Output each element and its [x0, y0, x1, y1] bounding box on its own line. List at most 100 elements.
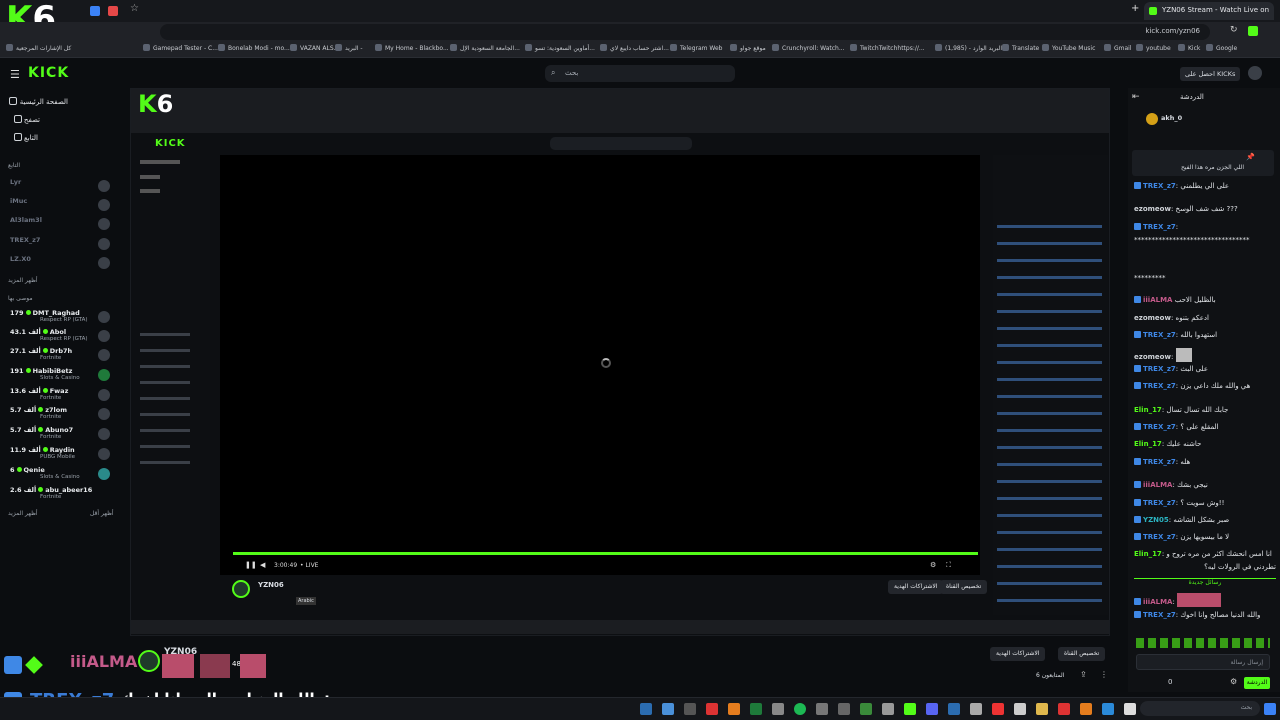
sidebar-channel[interactable]: LZ.X0 [4, 255, 114, 273]
collapse-chat-icon[interactable]: ⇤ [1132, 92, 1140, 102]
pause-icon[interactable]: ❚❚ [245, 561, 257, 569]
taskbar-app-icon[interactable] [860, 703, 872, 715]
taskbar-app-icon[interactable] [948, 703, 960, 715]
taskbar-app-icon[interactable] [882, 703, 894, 715]
sidebar-channel[interactable]: 191 HabibiBetz Slots & Casino [4, 367, 114, 385]
bookmark[interactable]: Crunchyroll: Watch... [772, 44, 845, 52]
chat-user[interactable]: iiiALMA [1143, 296, 1172, 304]
sidebar-channel[interactable]: Al3lam3l [4, 216, 114, 234]
bookmark[interactable]: Telegram Web [670, 44, 722, 52]
volume-icon[interactable]: ◀ [260, 561, 265, 569]
taskbar-app-icon[interactable] [772, 703, 784, 715]
emote-bar[interactable] [1136, 638, 1270, 648]
fullscreen-icon[interactable]: ⛶ [946, 561, 951, 570]
discord-icon[interactable] [926, 703, 938, 715]
sidebar-channel[interactable]: 27.1 ألف Drb7h Fortnite [4, 347, 114, 365]
bookmark[interactable]: Google [1206, 44, 1237, 52]
chat-user[interactable]: TREX_z7 [1143, 458, 1176, 466]
sidebar-item-following[interactable]: التابع [8, 133, 38, 142]
taskbar-app-icon[interactable] [684, 703, 696, 715]
windows-start-icon[interactable] [1264, 703, 1276, 715]
kick-logo[interactable]: KICK [28, 65, 69, 81]
show-less-link[interactable]: أظهر أقل [90, 510, 114, 517]
bookmark[interactable]: اشتر حساب دايبع لاي... [600, 44, 669, 52]
sidebar-channel[interactable]: 2.6 ألف abu_abeer16 Fortnite [4, 486, 114, 504]
taskbar-app-icon[interactable] [1058, 703, 1070, 715]
refresh-icon[interactable]: ↻ [1230, 25, 1238, 35]
spotify-icon[interactable] [794, 703, 806, 715]
bookmark[interactable]: Bonelab Modi - mo... [218, 44, 290, 52]
taskbar-app-icon[interactable] [1014, 703, 1026, 715]
tab-icon[interactable] [90, 6, 100, 16]
extension-icon[interactable] [1248, 26, 1258, 36]
bookmark[interactable]: Gmail [1104, 44, 1132, 52]
bookmark[interactable]: أماوين السعودية: تسو... [525, 44, 595, 52]
tab-active[interactable]: YZN06 Stream - Watch Live on [1144, 2, 1274, 20]
chat-user[interactable]: TREX_z7 [1143, 382, 1176, 390]
chat-user[interactable]: TREX_z7 [1143, 365, 1176, 373]
taskbar-app-icon[interactable] [970, 703, 982, 715]
share-icon[interactable]: ⇪ [1080, 670, 1087, 679]
chat-user[interactable]: TREX_z7 [1143, 533, 1176, 541]
bookmark[interactable]: البريد الوارد - (1,985) [935, 44, 1002, 52]
chat-user[interactable]: Elin_17 [1134, 550, 1162, 558]
bookmark-all[interactable]: كل الإشارات المرجعية [6, 44, 71, 52]
taskbar-search[interactable]: بحث [1140, 701, 1260, 716]
sidebar-channel[interactable]: 179 DMT_Raghad Respect RP (GTA) [4, 309, 114, 327]
settings-icon[interactable]: ⚙ [930, 561, 936, 569]
taskbar-app-icon[interactable] [728, 703, 740, 715]
kick-app-icon[interactable] [904, 703, 916, 715]
taskbar-app-icon[interactable] [662, 703, 674, 715]
steam-icon[interactable] [640, 703, 652, 715]
bookmark[interactable]: VAZAN ALS... [290, 44, 339, 52]
chat-user[interactable]: TREX_z7 [1143, 182, 1176, 190]
chat-send-button[interactable]: الدردشة [1244, 677, 1270, 689]
chat-user[interactable]: TREX_z7 [1143, 611, 1176, 619]
show-more-link[interactable]: أظهر المزيد [8, 277, 38, 284]
sidebar-channel[interactable]: 5.7 ألف z7lom Fortnite [4, 406, 114, 424]
taskbar-app-icon[interactable] [750, 703, 762, 715]
bookmark[interactable]: البريد - [335, 44, 363, 52]
chat-user[interactable]: Elin_17 [1134, 440, 1162, 448]
chat-user[interactable]: iiiALMA [1143, 598, 1172, 606]
taskbar-app-icon[interactable] [992, 703, 1004, 715]
bookmark[interactable]: Gamepad Tester - C... [143, 44, 218, 52]
edge-icon[interactable] [1102, 703, 1114, 715]
taskbar-app-icon[interactable] [816, 703, 828, 715]
taskbar-app-icon[interactable] [1080, 703, 1092, 715]
sidebar-channel[interactable]: Lyr [4, 178, 114, 196]
bookmark[interactable]: My Home - Blackbo... [375, 44, 449, 52]
chat-input[interactable]: إرسال رسالة [1136, 654, 1270, 670]
avatar[interactable] [1248, 66, 1262, 80]
more-icon[interactable]: ⋮ [1100, 670, 1108, 679]
bookmark[interactable]: موقع جواو [730, 44, 766, 52]
sidebar-channel[interactable]: 5.7 ألف Abuno7 Fortnite [4, 426, 114, 444]
chat-user[interactable]: ezomeow [1134, 353, 1171, 361]
gift-subs-button[interactable]: الاشتراكات الهدية [990, 647, 1046, 661]
sidebar-channel[interactable]: 13.6 ألف Fwaz Fortnite [4, 387, 114, 405]
bookmark[interactable]: Translate [1002, 44, 1039, 52]
chat-user[interactable]: Elin_17 [1134, 406, 1162, 414]
chat-user[interactable]: TREX_z7 [1143, 499, 1176, 507]
sidebar-item-browse[interactable]: تصفح [8, 115, 40, 124]
taskbar-app-icon[interactable] [706, 703, 718, 715]
tab-icon[interactable] [108, 6, 118, 16]
sidebar-channel[interactable]: TREX_z7 [4, 236, 114, 254]
video-progress-bar[interactable] [233, 552, 978, 555]
bookmark[interactable]: Kick [1178, 44, 1200, 52]
sidebar-item-home[interactable]: الصفحة الرئيسية [8, 97, 68, 106]
chat-user[interactable]: ezomeow [1134, 314, 1171, 322]
taskbar-app-icon[interactable] [1124, 703, 1136, 715]
new-tab-icon[interactable]: + [1131, 3, 1139, 14]
bookmark[interactable]: youtube [1136, 44, 1171, 52]
bookmark[interactable]: الجامعة السعودية الإل... [450, 44, 520, 52]
taskbar-app-icon[interactable] [838, 703, 850, 715]
menu-icon[interactable]: ☰ [10, 68, 20, 81]
sidebar-channel[interactable]: 6 Qenie Slots & Casino [4, 466, 114, 484]
settings-icon[interactable]: ⚙ [1230, 677, 1237, 686]
chat-user[interactable]: iiiALMA [1143, 481, 1172, 489]
chat-user[interactable]: ezomeow [1134, 205, 1171, 213]
file-explorer-icon[interactable] [1036, 703, 1048, 715]
url-field[interactable] [160, 24, 1210, 40]
pinned-message[interactable]: اللي الجزن مره هذا الفيح 📌 [1132, 150, 1274, 176]
